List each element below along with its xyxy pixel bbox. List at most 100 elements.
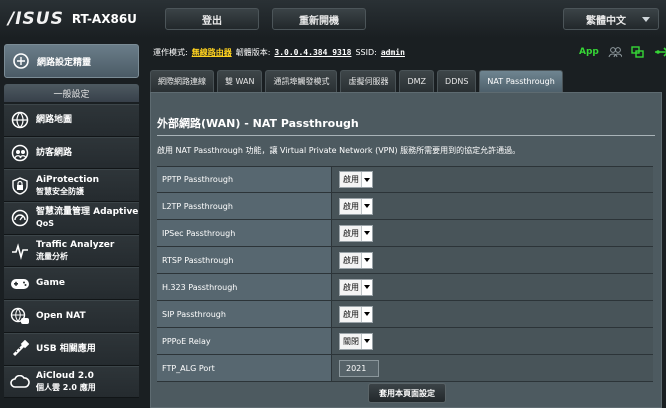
sidebar-item-adaptive-qos[interactable]: 智慧流量管理 Adaptive QoS bbox=[4, 202, 139, 235]
chevron-down-icon bbox=[361, 333, 372, 349]
sidebar-item-label: Game bbox=[36, 278, 65, 289]
divider bbox=[157, 135, 655, 136]
status-icons: App bbox=[579, 44, 666, 60]
sidebar-item-aiprotection[interactable]: AiProtection 智慧安全防護 bbox=[4, 169, 139, 203]
general-section-header: 一般設定 bbox=[4, 84, 139, 102]
select-value: 啟用 bbox=[343, 282, 359, 292]
lock-icon bbox=[10, 176, 30, 196]
open-nat-icon bbox=[10, 306, 30, 326]
usb-icon bbox=[10, 339, 30, 359]
sidebar-item-label: Traffic Analyzer bbox=[36, 240, 115, 251]
row-label: IPSec Passthrough bbox=[157, 220, 332, 246]
sidebar: 網路設定精靈 一般設定 網路地圖 訪客網路 AiProtection 智慧安全防… bbox=[4, 44, 139, 404]
sidebar-item-label: AiCloud 2.0 bbox=[36, 370, 94, 381]
table-row: SIP Passthrough 啟用 bbox=[157, 301, 653, 328]
sidebar-item-aicloud[interactable]: AiCloud 2.0 個人雲 2.0 應用 bbox=[4, 365, 139, 399]
sidebar-menu: 網路地圖 訪客網路 AiProtection 智慧安全防護 智慧流量管理 Ada… bbox=[4, 104, 139, 399]
chevron-down-icon bbox=[361, 279, 372, 295]
guest-network-icon bbox=[10, 143, 30, 163]
sidebar-item-label: 訪客網路 bbox=[36, 147, 73, 158]
sidebar-item-sublabel: QoS bbox=[36, 219, 55, 229]
chevron-down-icon bbox=[361, 225, 372, 241]
ipsec-passthrough-select[interactable]: 啟用 bbox=[339, 224, 373, 242]
status-bar: 運作模式: 無線路由器 韌體版本: 3.0.0.4.384_9318 SSID:… bbox=[153, 44, 653, 60]
sidebar-item-label: AiProtection bbox=[36, 174, 99, 185]
row-label: PPTP Passthrough bbox=[157, 167, 332, 192]
settings-panel: 外部網路(WAN) - NAT Passthrough 啟用 NAT Passt… bbox=[150, 92, 662, 408]
quick-setup-button[interactable]: 網路設定精靈 bbox=[4, 44, 139, 78]
apply-button[interactable]: 套用本頁面設定 bbox=[368, 383, 446, 403]
sidebar-item-label: 智慧流量管理 Adaptive bbox=[36, 207, 139, 218]
page-title: 外部網路(WAN) - NAT Passthrough bbox=[157, 117, 359, 130]
language-label: 繁體中文 bbox=[586, 15, 626, 27]
pppoe-relay-select[interactable]: 關閉 bbox=[339, 332, 373, 350]
usb-status-icon[interactable] bbox=[654, 43, 666, 62]
sidebar-item-traffic-analyzer[interactable]: Traffic Analyzer 流量分析 bbox=[4, 234, 139, 268]
tab-bar: 網際網路連線 雙 WAN 通訊埠觸發模式 虛擬伺服器 DMZ DDNS NAT … bbox=[150, 70, 563, 92]
sidebar-item-usb[interactable]: USB 相關應用 bbox=[4, 332, 139, 366]
select-value: 關閉 bbox=[343, 336, 359, 346]
sidebar-item-label: USB 相關應用 bbox=[36, 343, 96, 354]
router-admin-page: /ISUS RT-AX86U 登出 重新開機 繁體中文 網路設定精靈 一般設定 … bbox=[0, 0, 666, 408]
sidebar-item-sublabel: 個人雲 2.0 應用 bbox=[36, 382, 96, 392]
internet-status-icon[interactable] bbox=[631, 43, 645, 62]
tab-port-trigger[interactable]: 通訊埠觸發模式 bbox=[265, 70, 338, 92]
logout-button[interactable]: 登出 bbox=[165, 8, 259, 30]
settings-table: PPTP Passthrough 啟用 L2TP Passthrough 啟用 … bbox=[157, 166, 653, 382]
select-value: 啟用 bbox=[343, 255, 359, 265]
users-icon[interactable] bbox=[608, 43, 623, 62]
sidebar-item-sublabel: 智慧安全防護 bbox=[36, 186, 84, 196]
sidebar-item-game[interactable]: Game bbox=[4, 267, 139, 301]
table-row: PPPoE Relay 關閉 bbox=[157, 328, 653, 355]
mode-label: 運作模式: bbox=[153, 47, 188, 57]
tab-nat-passthrough[interactable]: NAT Passthrough bbox=[479, 70, 563, 92]
row-label: PPPoE Relay bbox=[157, 328, 332, 354]
language-select[interactable]: 繁體中文 bbox=[563, 8, 659, 30]
app-link[interactable]: App bbox=[579, 47, 599, 57]
chevron-down-icon bbox=[361, 172, 372, 187]
tab-ddns[interactable]: DDNS bbox=[437, 70, 477, 92]
table-row: H.323 Passthrough 啟用 bbox=[157, 274, 653, 301]
pptp-passthrough-select[interactable]: 啟用 bbox=[339, 171, 373, 188]
reboot-button[interactable]: 重新開機 bbox=[272, 8, 366, 30]
traffic-analyzer-icon bbox=[10, 241, 30, 261]
cloud-icon bbox=[10, 372, 30, 392]
gauge-icon bbox=[10, 208, 30, 228]
tab-dmz[interactable]: DMZ bbox=[399, 70, 435, 92]
sidebar-item-label: 網路地圖 bbox=[36, 114, 73, 125]
firmware-version-link[interactable]: 3.0.0.4.384_9318 bbox=[274, 48, 351, 57]
row-label: H.323 Passthrough bbox=[157, 274, 332, 300]
table-row: IPSec Passthrough 啟用 bbox=[157, 220, 653, 247]
sidebar-item-network-map[interactable]: 網路地圖 bbox=[4, 104, 139, 137]
tab-virtual-server[interactable]: 虛擬伺服器 bbox=[340, 70, 397, 92]
sidebar-item-label: Open NAT bbox=[36, 310, 86, 321]
row-label: RTSP Passthrough bbox=[157, 247, 332, 273]
select-value: 啟用 bbox=[343, 309, 359, 319]
row-label: SIP Passthrough bbox=[157, 301, 332, 327]
main-content: 運作模式: 無線路由器 韌體版本: 3.0.0.4.384_9318 SSID:… bbox=[147, 44, 666, 408]
table-row: RTSP Passthrough 啟用 bbox=[157, 247, 653, 274]
top-bar: /ISUS RT-AX86U 登出 重新開機 繁體中文 bbox=[0, 0, 666, 38]
sidebar-item-open-nat[interactable]: Open NAT bbox=[4, 300, 139, 333]
table-row: PPTP Passthrough 啟用 bbox=[157, 166, 653, 193]
tab-internet-connection[interactable]: 網際網路連線 bbox=[150, 70, 214, 92]
row-label: L2TP Passthrough bbox=[157, 193, 332, 219]
gamepad-icon bbox=[10, 274, 30, 294]
sidebar-item-guest-network[interactable]: 訪客網路 bbox=[4, 136, 139, 170]
h323-passthrough-select[interactable]: 啟用 bbox=[339, 278, 373, 296]
rtsp-passthrough-select[interactable]: 啟用 bbox=[339, 251, 373, 269]
brand-logo: /ISUS RT-AX86U bbox=[8, 9, 137, 29]
sip-passthrough-select[interactable]: 啟用 bbox=[339, 305, 373, 323]
tab-dual-wan[interactable]: 雙 WAN bbox=[217, 70, 263, 92]
mode-value-link[interactable]: 無線路由器 bbox=[192, 47, 232, 58]
table-row: L2TP Passthrough 啟用 bbox=[157, 193, 653, 220]
table-row: FTP_ALG Port 2021 bbox=[157, 355, 653, 382]
chevron-down-icon bbox=[361, 198, 372, 214]
ftp-alg-port-input[interactable]: 2021 bbox=[339, 359, 379, 377]
globe-icon bbox=[10, 110, 30, 130]
l2tp-passthrough-select[interactable]: 啟用 bbox=[339, 197, 373, 215]
ssid-label: SSID: bbox=[355, 47, 377, 57]
select-value: 啟用 bbox=[343, 201, 359, 211]
select-value: 啟用 bbox=[343, 228, 359, 238]
ssid-value-link[interactable]: admin bbox=[381, 48, 405, 57]
